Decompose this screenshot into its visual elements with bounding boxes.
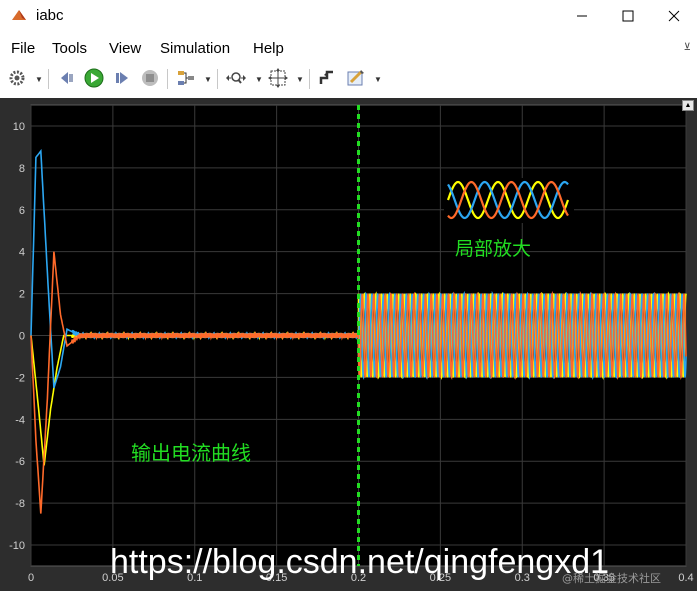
zoom-inset-icon	[444, 178, 574, 223]
signal-selector-dropdown-icon[interactable]: ▼	[204, 75, 212, 84]
triggers-icon[interactable]	[316, 67, 338, 89]
close-icon	[668, 10, 680, 22]
menu-tools[interactable]: Tools	[52, 40, 87, 57]
x-tick-label: 0.4	[678, 572, 693, 584]
run-icon[interactable]	[83, 67, 105, 89]
maximize-button[interactable]	[605, 0, 651, 32]
zoom-dropdown-icon[interactable]: ▼	[255, 75, 263, 84]
y-tick-label: 4	[19, 247, 25, 259]
gear-icon[interactable]	[6, 67, 28, 89]
y-tick-label: 0	[19, 331, 25, 343]
zoom-icon[interactable]	[225, 67, 247, 89]
matlab-icon	[12, 10, 26, 20]
expand-icon[interactable]: ▲	[682, 100, 694, 111]
title-bar: iabc	[0, 0, 697, 32]
menu-file[interactable]: File	[11, 40, 35, 57]
y-tick-labels: 10 8 6 4 2 0 -2 -4 -6 -8 -10	[9, 121, 25, 552]
y-tick-label: 10	[13, 121, 25, 133]
close-button[interactable]	[651, 0, 697, 32]
zoom-label: 局部放大	[455, 238, 531, 260]
stop-icon[interactable]	[139, 67, 161, 89]
toolbar: ▼ ▼ ▼ ▼ ▼	[0, 63, 697, 95]
signal-selector-icon[interactable]	[175, 67, 197, 89]
step-back-icon[interactable]	[56, 67, 78, 89]
y-tick-label: 8	[19, 163, 25, 175]
y-tick-label: -2	[15, 372, 25, 384]
pin-icon[interactable]: ⊻	[684, 42, 691, 53]
menu-bar: File Tools View Simulation Help ⊻	[0, 36, 697, 60]
output-current-label: 输出电流曲线	[131, 441, 251, 465]
y-tick-label: -4	[15, 414, 25, 426]
style-dropdown-icon[interactable]: ▼	[374, 75, 382, 84]
y-tick-label: -8	[15, 498, 25, 510]
y-tick-label: -6	[15, 456, 25, 468]
watermark-url: https://blog.csdn.net/qingfengxd1	[110, 543, 609, 581]
y-tick-label: 2	[19, 289, 25, 301]
fit-dropdown-icon[interactable]: ▼	[296, 75, 304, 84]
style-icon[interactable]	[345, 67, 367, 89]
x-tick-label: 0	[28, 572, 34, 584]
watermark-small: @稀土掘金技术社区	[562, 571, 661, 585]
minimize-icon	[577, 15, 587, 17]
gear-dropdown-icon[interactable]: ▼	[35, 75, 43, 84]
fit-to-view-icon[interactable]	[267, 67, 289, 89]
scope-plot[interactable]: 1086420-2-4-6-8-10 0 0.05 0.1 0.15 0.2 0.25 0.…	[0, 98, 697, 591]
step-forward-icon[interactable]	[111, 67, 133, 89]
minimize-button[interactable]	[559, 0, 605, 32]
menu-simulation[interactable]: Simulation	[160, 40, 230, 57]
window-title: iabc	[36, 7, 64, 24]
menu-view[interactable]: View	[109, 40, 141, 57]
maximize-icon	[622, 10, 634, 22]
y-tick-label: 6	[19, 205, 25, 217]
y-tick-label: -10	[9, 540, 25, 552]
menu-help[interactable]: Help	[253, 40, 284, 57]
